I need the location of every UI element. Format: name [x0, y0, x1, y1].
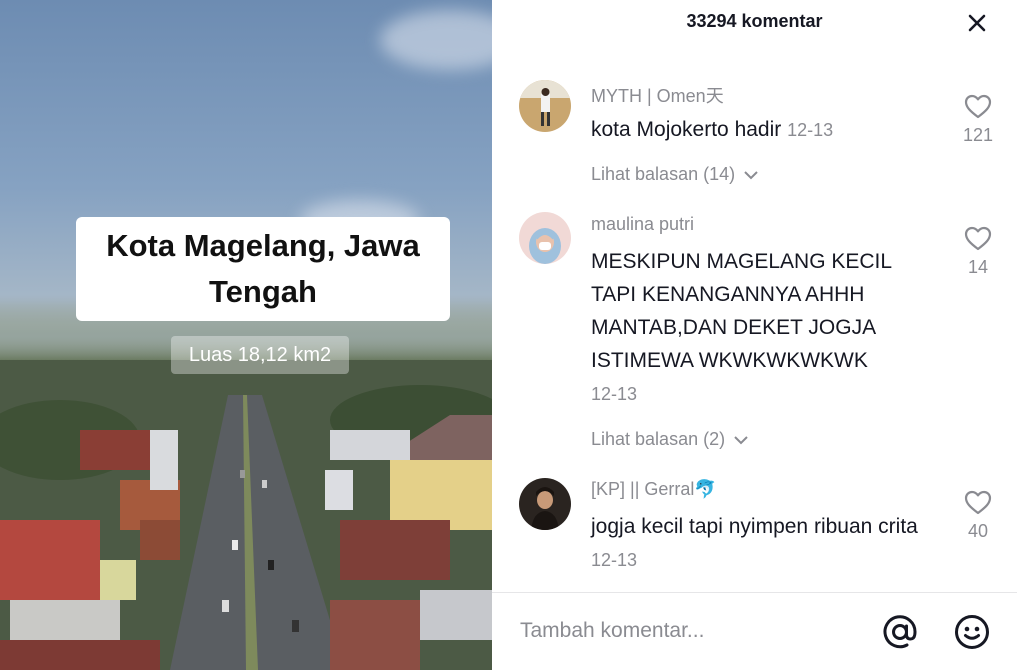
comment-text: jogja kecil tapi nyimpen ribuan crita 12…: [591, 510, 931, 577]
city-aerial-scene: [0, 360, 492, 670]
chevron-down-icon: [744, 171, 758, 180]
comment-input-bar: [492, 592, 1017, 670]
avatar[interactable]: [519, 80, 571, 132]
like-count: 121: [962, 125, 994, 145]
like-button[interactable]: [964, 490, 992, 516]
comment-count: 33294 komentar: [686, 11, 823, 31]
close-button[interactable]: [962, 8, 992, 38]
emoji-icon: [955, 615, 989, 649]
emoji-button[interactable]: [953, 613, 991, 651]
video-player[interactable]: Kota Magelang, Jawa Tengah Luas 18,12 km…: [0, 0, 492, 670]
comment-username[interactable]: MYTH | Omen天: [591, 82, 724, 108]
comment-text: kota Mojokerto hadir 12-13: [591, 113, 931, 147]
comment-date: 12-13: [787, 120, 834, 140]
view-replies-label: Lihat balasan (2): [591, 429, 726, 449]
view-replies-label: Lihat balasan (14): [591, 164, 736, 184]
comment-username[interactable]: [KP] || Gerral🐬: [591, 479, 717, 500]
area-label: Luas 18,12 km2: [188, 344, 332, 366]
like-button[interactable]: [964, 94, 992, 120]
comments-panel: 33294 komentar MYTH | Omen天 kota Mojoker…: [492, 0, 1017, 670]
like-count: 40: [967, 521, 989, 541]
view-replies-button[interactable]: Lihat balasan (2): [591, 429, 749, 450]
avatar[interactable]: [519, 212, 571, 264]
comment-body: jogja kecil tapi nyimpen ribuan crita: [591, 515, 918, 538]
like-button[interactable]: [964, 226, 992, 252]
like-count: 14: [967, 257, 989, 277]
comments-header: 33294 komentar: [492, 0, 1017, 48]
video-title: Kota Magelang, Jawa Tengah: [106, 228, 420, 309]
at-mention-icon: [883, 615, 917, 649]
comment-body: MESKIPUN MAGELANG KECIL TAPI KENANGANNYA…: [591, 250, 892, 372]
heart-icon: [964, 226, 992, 251]
mention-button[interactable]: [881, 613, 919, 651]
add-comment-input[interactable]: [520, 613, 820, 649]
avatar[interactable]: [519, 478, 571, 530]
comment-text: MESKIPUN MAGELANG KECIL TAPI KENANGANNYA…: [591, 245, 931, 411]
view-replies-button[interactable]: Lihat balasan (14): [591, 164, 759, 185]
comment-date: 12-13: [591, 550, 638, 570]
close-icon: [968, 14, 986, 32]
comment-body: kota Mojokerto hadir: [591, 118, 782, 141]
comment-date: 12-13: [591, 384, 638, 404]
comment-username[interactable]: maulina putri: [591, 214, 694, 235]
heart-icon: [964, 490, 992, 515]
chevron-down-icon: [734, 436, 748, 445]
heart-icon: [964, 94, 992, 119]
